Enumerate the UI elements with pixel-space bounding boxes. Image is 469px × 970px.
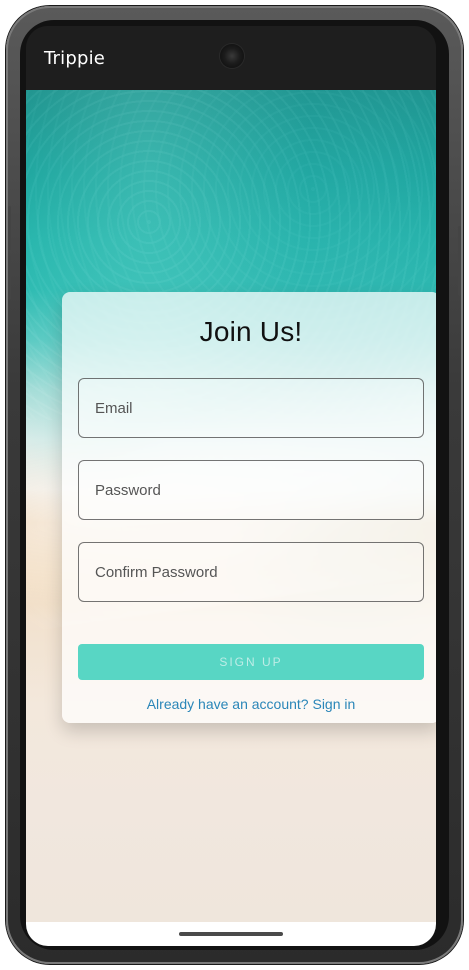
sign-up-button[interactable]: SIGN UP — [78, 644, 424, 680]
volume-down-button — [8, 256, 11, 300]
email-field[interactable] — [78, 378, 424, 438]
email-input[interactable] — [79, 379, 423, 437]
signup-card: Join Us! SIGN UP Already have an account… — [62, 292, 436, 723]
confirm-password-input[interactable] — [79, 543, 423, 601]
confirm-password-field[interactable] — [78, 542, 424, 602]
home-indicator[interactable] — [179, 932, 283, 936]
password-field[interactable] — [78, 460, 424, 520]
device-stage: Trippie Join Us! SIGN UP Al — [0, 0, 469, 970]
app-screen: Trippie Join Us! SIGN UP Al — [26, 26, 436, 946]
power-button — [458, 226, 461, 296]
phone-frame: Trippie Join Us! SIGN UP Al — [6, 6, 463, 964]
volume-up-button — [8, 206, 11, 250]
password-input[interactable] — [79, 461, 423, 519]
page-title: Join Us! — [199, 316, 303, 347]
front-camera-icon — [220, 44, 244, 68]
system-nav-bar — [26, 922, 436, 946]
sign-in-link[interactable]: Already have an account? Sign in — [62, 696, 436, 712]
status-bar: Trippie — [26, 26, 436, 90]
app-title: Trippie — [44, 48, 106, 69]
